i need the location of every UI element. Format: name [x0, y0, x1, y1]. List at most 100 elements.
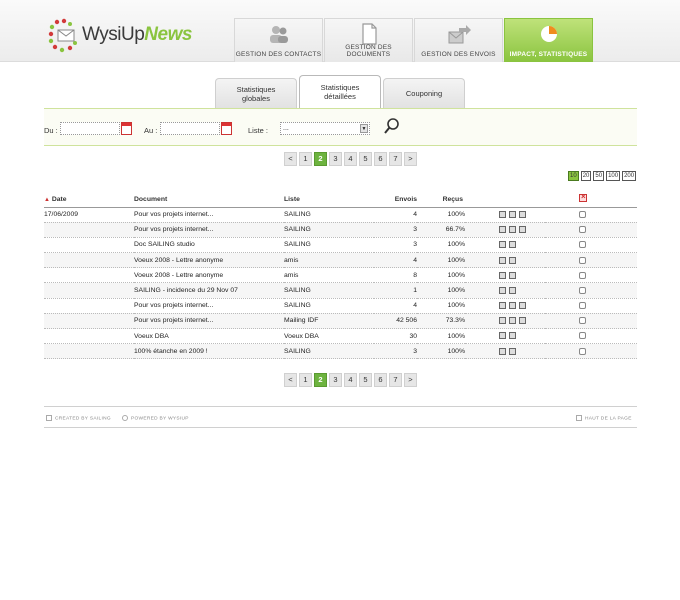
pager-page[interactable]: 4	[344, 152, 357, 166]
view-icon[interactable]	[499, 317, 506, 325]
row-document[interactable]: Voeux 2008 - Lettre anonyme	[134, 267, 284, 284]
export-icon[interactable]	[509, 347, 516, 355]
export-icon[interactable]	[509, 210, 516, 218]
view-icon[interactable]	[499, 286, 506, 294]
view-icon[interactable]	[499, 302, 506, 310]
row-document[interactable]: Voeux DBA	[134, 328, 284, 345]
view-icon[interactable]	[499, 347, 506, 355]
row-document[interactable]: Pour vos projets internet...	[134, 313, 284, 330]
row-checkbox[interactable]	[579, 347, 586, 355]
pager-page-current[interactable]: 2	[314, 152, 327, 166]
pager-page[interactable]: 3	[329, 373, 342, 387]
per-page-option[interactable]: 50	[593, 171, 605, 181]
row-document[interactable]: SAILING - incidence du 29 Nov 07	[134, 282, 284, 299]
list-select[interactable]: ... ▼	[280, 122, 370, 135]
view-icon[interactable]	[499, 241, 506, 249]
row-checkbox[interactable]	[579, 256, 586, 264]
export-icon[interactable]	[509, 317, 516, 325]
row-checkbox[interactable]	[579, 271, 586, 279]
col-received-header[interactable]: Reçus	[417, 192, 465, 208]
tab-global-stats[interactable]: Statistiques globales	[215, 78, 297, 108]
row-actions	[465, 252, 545, 269]
export-icon[interactable]	[509, 271, 516, 279]
per-page-option[interactable]: 200	[622, 171, 637, 181]
from-date-input[interactable]	[60, 122, 120, 135]
row-checkbox[interactable]	[579, 210, 586, 218]
row-checkbox[interactable]	[579, 332, 586, 340]
export-icon[interactable]	[509, 256, 516, 264]
export-icon[interactable]	[509, 241, 516, 249]
pager-page-current[interactable]: 2	[314, 373, 327, 387]
tab-detailed-stats[interactable]: Statistiques détaillées	[299, 75, 381, 108]
export-icon[interactable]	[509, 332, 516, 340]
pager-prev[interactable]: <	[284, 152, 297, 166]
row-document[interactable]: Pour vos projets internet...	[134, 222, 284, 238]
mail-icon[interactable]	[519, 226, 526, 234]
powered-by-link[interactable]: Powered by WysiUp	[122, 415, 189, 421]
pager-next[interactable]: >	[404, 152, 417, 166]
table-row: SAILING - incidence du 29 Nov 07 SAILING 1…	[44, 282, 637, 299]
pager-page[interactable]: 3	[329, 152, 342, 166]
mail-icon[interactable]	[519, 317, 526, 325]
row-document[interactable]: Pour vos projets internet...	[134, 298, 284, 314]
nav-tab-sending[interactable]: Gestion des envois	[414, 18, 503, 62]
tab-couponing[interactable]: Couponing	[383, 78, 465, 108]
delete-icon[interactable]	[579, 192, 587, 203]
pager-page[interactable]: 6	[374, 152, 387, 166]
pager-page[interactable]: 1	[299, 152, 312, 166]
col-list-header[interactable]: Liste	[284, 192, 374, 208]
view-icon[interactable]	[499, 332, 506, 340]
per-page-option[interactable]: 10	[568, 171, 579, 181]
export-icon[interactable]	[509, 226, 516, 234]
to-date-input[interactable]	[160, 122, 220, 135]
wysiup-icon	[122, 415, 128, 421]
pager-page[interactable]: 6	[374, 373, 387, 387]
row-checkbox[interactable]	[579, 241, 586, 249]
pager-prev[interactable]: <	[284, 373, 297, 387]
calendar-icon[interactable]	[121, 122, 132, 135]
pager-page[interactable]: 7	[389, 152, 402, 166]
nav-tab-contacts[interactable]: Gestion des contacts	[234, 18, 323, 62]
row-checkbox[interactable]	[579, 226, 586, 234]
mail-icon[interactable]	[519, 302, 526, 310]
export-icon[interactable]	[509, 286, 516, 294]
row-select	[545, 222, 637, 238]
row-checkbox[interactable]	[579, 317, 586, 325]
mail-icon[interactable]	[519, 210, 526, 218]
view-icon[interactable]	[499, 256, 506, 264]
row-checkbox[interactable]	[579, 302, 586, 310]
row-list: Mailing IDF	[284, 313, 374, 330]
pager-page[interactable]: 1	[299, 373, 312, 387]
row-select	[545, 207, 637, 223]
col-sent-header[interactable]: Envois	[374, 192, 417, 208]
back-to-top-link[interactable]: Haut de la page	[576, 415, 632, 421]
created-by-link[interactable]: Created by Sailing	[46, 415, 111, 421]
pager-next[interactable]: >	[404, 373, 417, 387]
row-document[interactable]: Doc SAILING studio	[134, 237, 284, 254]
row-document[interactable]: Pour vos projets internet...	[134, 207, 284, 223]
view-icon[interactable]	[499, 271, 506, 279]
search-icon[interactable]	[384, 117, 400, 135]
col-document-header[interactable]: Document	[134, 192, 284, 208]
calendar-icon[interactable]	[221, 122, 232, 135]
row-list: Voeux DBA	[284, 328, 374, 345]
pager-page[interactable]: 7	[389, 373, 402, 387]
nav-tab-statistics[interactable]: Impact, statistiques	[504, 18, 593, 62]
nav-tab-documents[interactable]: Gestion des documents	[324, 18, 413, 62]
col-date-header[interactable]: ▲ Date	[44, 192, 134, 208]
per-page-option[interactable]: 100	[606, 171, 621, 181]
pager-page[interactable]: 5	[359, 373, 372, 387]
row-checkbox[interactable]	[579, 286, 586, 294]
table-row: 17/06/2009 Pour vos projets internet... SA…	[44, 207, 637, 223]
row-document[interactable]: Voeux 2008 - Lettre anonyme	[134, 252, 284, 269]
per-page-option[interactable]: 20	[580, 171, 592, 181]
logo[interactable]: WysiUpNews	[48, 18, 192, 54]
view-icon[interactable]	[499, 226, 506, 234]
pager-page[interactable]: 4	[344, 373, 357, 387]
pager-page[interactable]: 5	[359, 152, 372, 166]
view-icon[interactable]	[499, 210, 506, 218]
sub-tabs: Statistiques globales Statistiques détai…	[0, 62, 680, 108]
row-received: 100%	[417, 267, 465, 284]
export-icon[interactable]	[509, 302, 516, 310]
row-document[interactable]: 100% étanche en 2009 !	[134, 343, 284, 360]
